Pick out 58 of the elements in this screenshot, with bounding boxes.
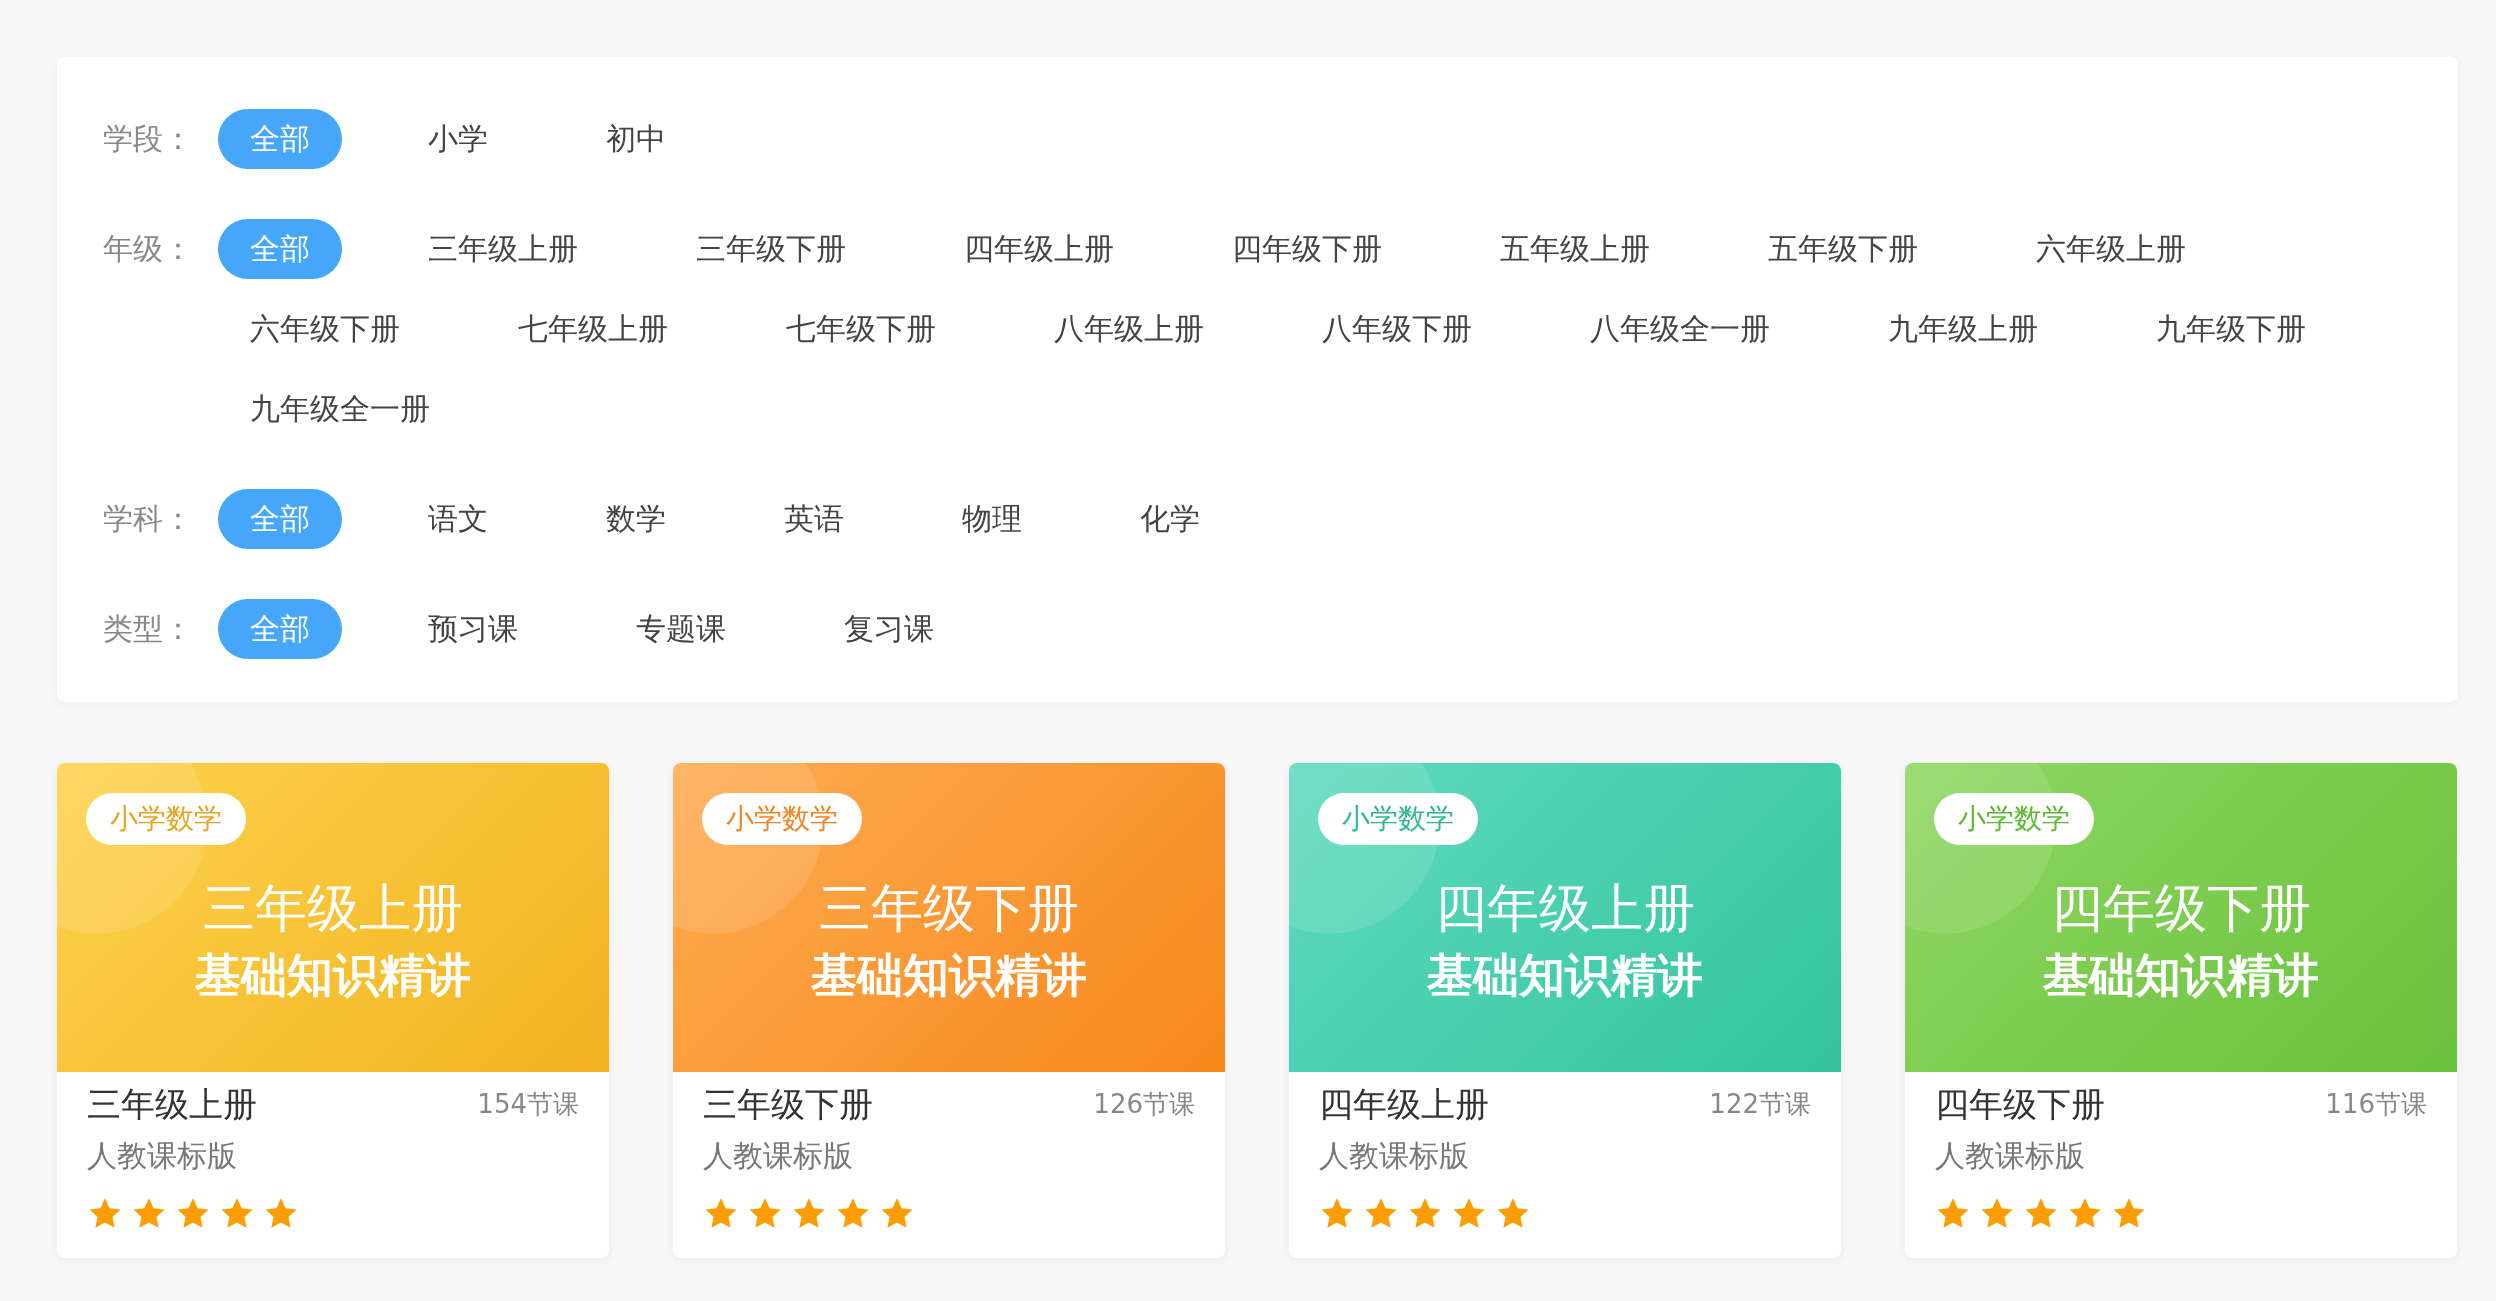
subject-tag: 小学数学	[702, 793, 862, 845]
filter-option[interactable]: 小学	[396, 99, 520, 179]
filter-label: 学段：	[103, 120, 194, 158]
filter-option[interactable]: 语文	[396, 479, 520, 559]
filter-option[interactable]: 化学	[1108, 479, 1232, 559]
course-card[interactable]: 小学数学 四年级上册 基础知识精讲 四年级上册 122节课 人教课标版	[1289, 763, 1841, 1258]
filter-option[interactable]: 八年级上册	[1022, 289, 1236, 369]
filter-option[interactable]: 九年级上册	[1856, 289, 2070, 369]
course-card[interactable]: 小学数学 四年级下册 基础知识精讲 四年级下册 116节课 人教课标版	[1905, 763, 2457, 1258]
edition-text: 人教课标版	[703, 1137, 854, 1175]
filter-option[interactable]: 预习课	[396, 589, 550, 669]
filter-option[interactable]: 复习课	[812, 589, 966, 669]
cover-title: 三年级下册	[819, 877, 1079, 940]
filter-option[interactable]: 七年级下册	[754, 289, 968, 369]
lesson-count: 122节课	[1709, 1087, 1811, 1121]
filter-label: 学科：	[103, 500, 194, 538]
filter-option[interactable]: 五年级上册	[1468, 209, 1682, 289]
filter-option[interactable]: 四年级上册	[932, 209, 1146, 289]
filter-option[interactable]: 六年级上册	[2004, 209, 2218, 289]
filter-option[interactable]: 四年级下册	[1200, 209, 1414, 289]
cover-title: 三年级上册	[203, 877, 463, 940]
course-card[interactable]: 小学数学 三年级下册 基础知识精讲 三年级下册 126节课 人教课标版	[673, 763, 1225, 1258]
filter-option[interactable]: 专题课	[604, 589, 758, 669]
filter-option[interactable]: 英语	[752, 479, 876, 559]
filter-option[interactable]: 初中	[574, 99, 698, 179]
filter-option[interactable]: 六年级下册	[218, 289, 432, 369]
filter-option[interactable]: 八年级下册	[1290, 289, 1504, 369]
filter-option[interactable]: 数学	[574, 479, 698, 559]
filter-option[interactable]: 物理	[930, 479, 1054, 559]
cover-subtitle: 基础知识精讲	[195, 947, 471, 1004]
subject-tag: 小学数学	[1934, 793, 2094, 845]
cover-subtitle: 基础知识精讲	[2043, 947, 2319, 1004]
filter-option[interactable]: 九年级下册	[2124, 289, 2338, 369]
filter-option[interactable]: 七年级上册	[486, 289, 700, 369]
filter-label: 年级：	[103, 230, 194, 268]
edition-text: 人教课标版	[1935, 1137, 2086, 1175]
course-title: 四年级上册	[1319, 1083, 1489, 1126]
filter-option[interactable]: 三年级下册	[664, 209, 878, 289]
cover-subtitle: 基础知识精讲	[1427, 947, 1703, 1004]
lesson-count: 116节课	[2325, 1087, 2427, 1121]
course-title: 三年级下册	[703, 1083, 873, 1126]
filter-option[interactable]: 九年级全一册	[218, 369, 462, 449]
course-title: 三年级上册	[87, 1083, 257, 1126]
cover-title: 四年级下册	[2051, 877, 2311, 940]
lesson-count: 126节课	[1093, 1087, 1195, 1121]
course-card[interactable]: 小学数学 三年级上册 基础知识精讲 三年级上册 154节课 人教课标版	[57, 763, 609, 1258]
filter-option[interactable]: 八年级全一册	[1558, 289, 1802, 369]
course-title: 四年级下册	[1935, 1083, 2105, 1126]
lesson-count: 154节课	[477, 1087, 579, 1121]
cover-subtitle: 基础知识精讲	[811, 947, 1087, 1004]
filter-label: 类型：	[103, 610, 194, 648]
filter-option[interactable]: 五年级下册	[1736, 209, 1950, 289]
edition-text: 人教课标版	[1319, 1137, 1470, 1175]
filter-option[interactable]: 三年级上册	[396, 209, 610, 289]
cover-title: 四年级上册	[1435, 877, 1695, 940]
subject-tag: 小学数学	[86, 793, 246, 845]
edition-text: 人教课标版	[87, 1137, 238, 1175]
subject-tag: 小学数学	[1318, 793, 1478, 845]
